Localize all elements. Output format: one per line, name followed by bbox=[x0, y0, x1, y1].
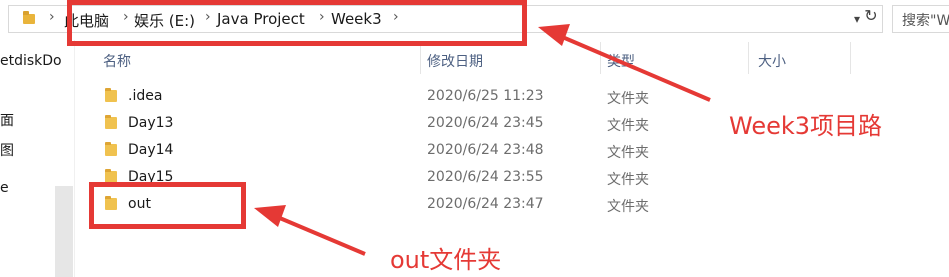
arrow-path-head bbox=[538, 24, 570, 46]
arrow-out-head bbox=[254, 205, 286, 227]
arrow-path bbox=[559, 34, 711, 102]
arrow-out bbox=[274, 214, 366, 256]
annotation-out-label: out文件夹 bbox=[390, 246, 502, 274]
annotation-path-label: Week3项目路 bbox=[729, 112, 883, 140]
